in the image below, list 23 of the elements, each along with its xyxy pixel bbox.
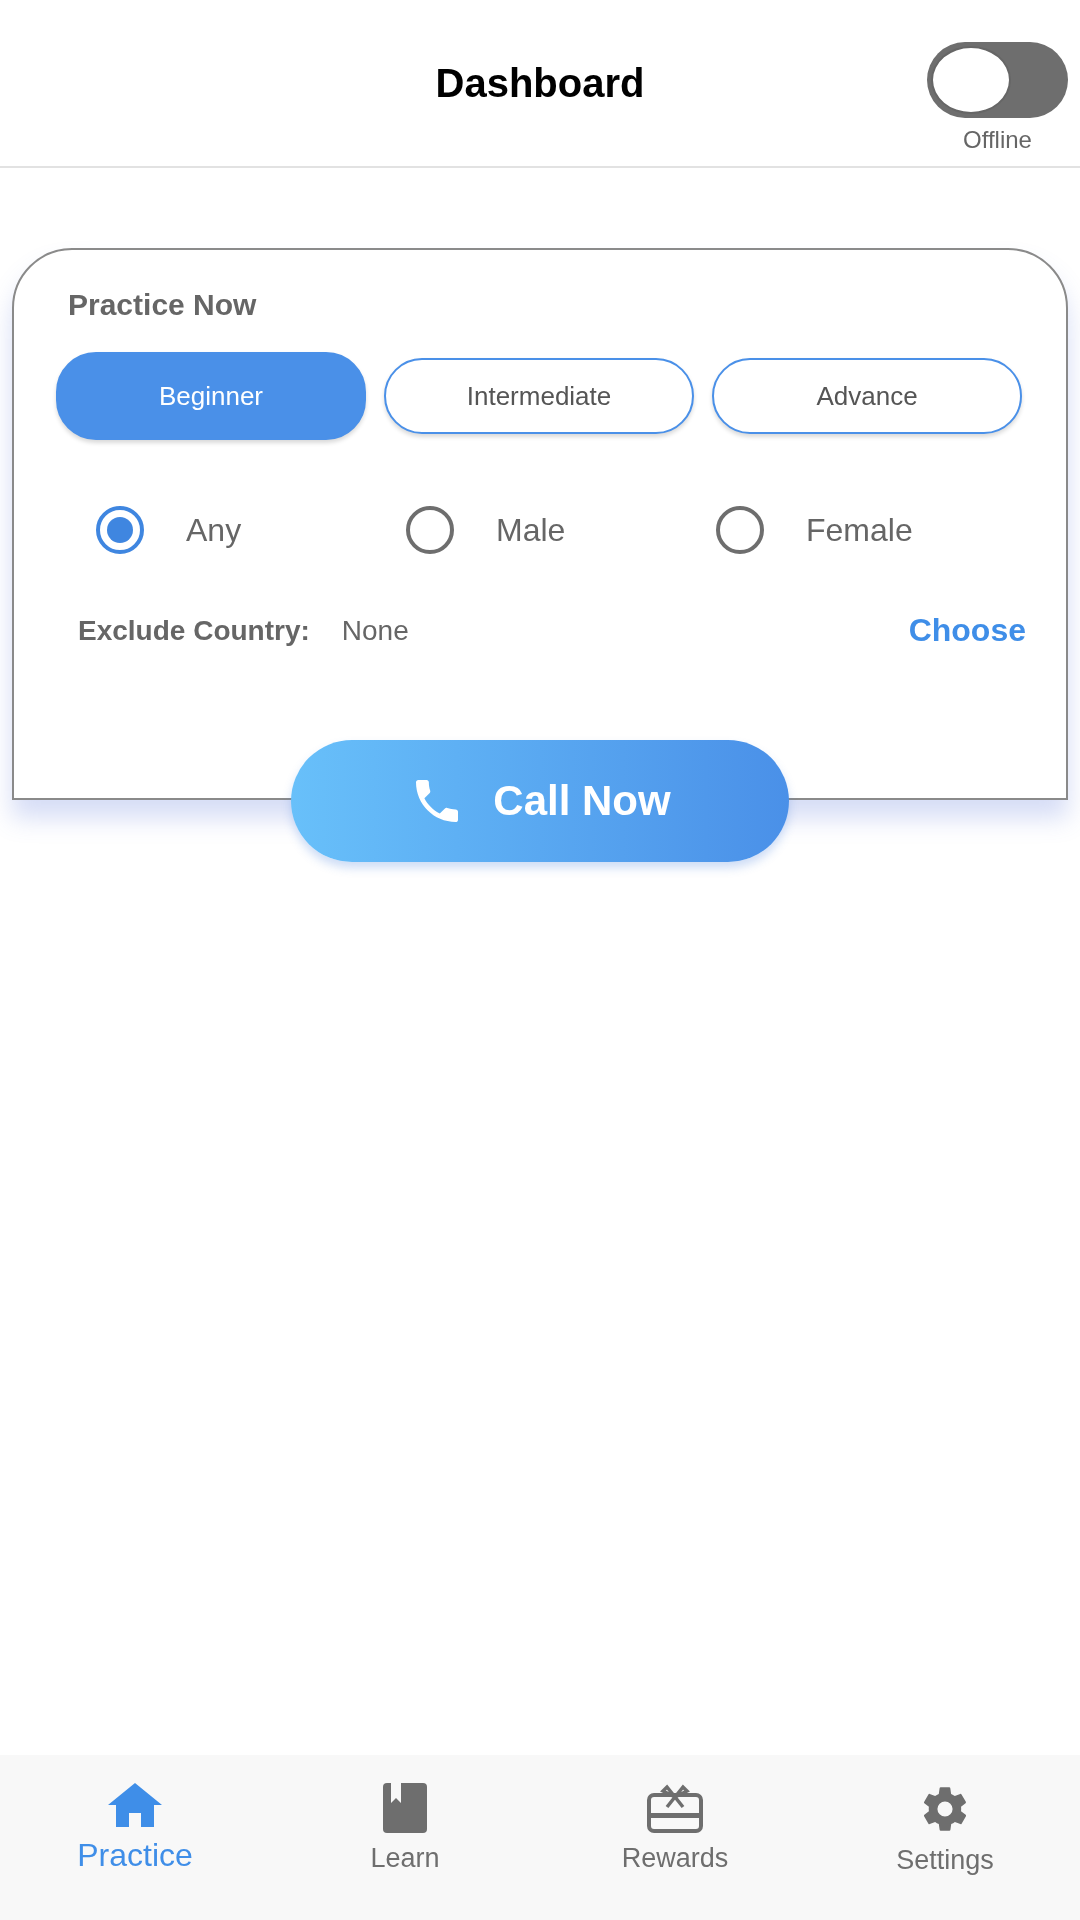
nav-tab[interactable]: Rewards	[540, 1755, 810, 1920]
nav-tab[interactable]: Settings	[810, 1755, 1080, 1920]
nav-tab[interactable]: Learn	[270, 1755, 540, 1920]
level-tab[interactable]: Beginner	[56, 352, 366, 440]
radio-button[interactable]	[406, 506, 454, 554]
exclude-country-value: None	[341, 614, 410, 647]
exclude-country-label: Exclude Country:	[78, 614, 310, 647]
card-title: Practice Now	[68, 288, 258, 322]
radio-label: Any	[186, 511, 242, 549]
level-tab[interactable]: Advance	[712, 358, 1022, 434]
call-button[interactable]: Call Now	[291, 740, 789, 862]
status-label: Offline	[963, 126, 1032, 154]
radio-label: Female	[806, 511, 913, 549]
level-tab[interactable]: Intermediate	[384, 358, 694, 434]
gift-card-icon	[647, 1783, 703, 1833]
book-icon	[383, 1783, 427, 1833]
radio-button[interactable]	[716, 506, 764, 554]
house-icon	[108, 1783, 162, 1827]
nav-tab[interactable]: Practice	[0, 1755, 270, 1920]
radio-label: Male	[496, 511, 566, 549]
radio-button[interactable]	[96, 506, 144, 554]
page-title: Dashboard	[435, 60, 645, 106]
choose-link[interactable]: Choose	[908, 612, 1026, 649]
